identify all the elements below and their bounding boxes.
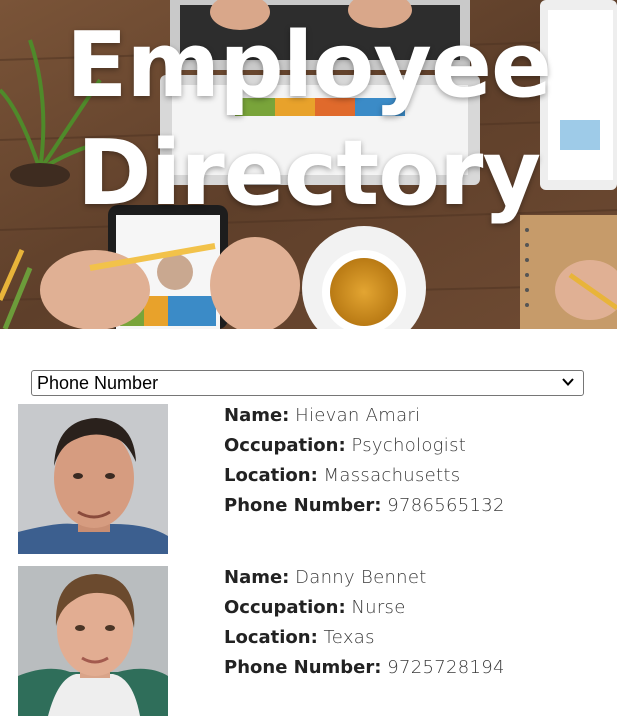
employee-phone-row: Phone Number: 9725728194 [224, 653, 505, 683]
employee-card: Name: Danny Bennet Occupation: Nurse Loc… [18, 566, 598, 716]
header-banner: Employee Directory [0, 0, 617, 329]
employee-location: Texas [323, 627, 375, 648]
employee-occupation: Nurse [351, 597, 406, 618]
occupation-label: Occupation: [224, 435, 346, 456]
location-label: Location: [224, 465, 318, 486]
employee-card: Name: Hievan Amari Occupation: Psycholog… [18, 404, 598, 554]
page-title-line2: Directory [76, 121, 541, 226]
avatar [18, 566, 168, 716]
phone-label: Phone Number: [224, 657, 382, 678]
avatar [18, 404, 168, 554]
employee-info: Name: Danny Bennet Occupation: Nurse Loc… [224, 563, 505, 683]
employee-phone-row: Phone Number: 9786565132 [224, 491, 505, 521]
phone-label: Phone Number: [224, 495, 382, 516]
employee-phone: 9786565132 [387, 495, 505, 516]
occupation-label: Occupation: [224, 597, 346, 618]
employee-occupation-row: Occupation: Psychologist [224, 431, 505, 461]
employee-name-row: Name: Hievan Amari [224, 401, 505, 431]
name-label: Name: [224, 567, 290, 588]
employee-location-row: Location: Massachusetts [224, 461, 505, 491]
page-title-line1: Employee [65, 13, 552, 118]
employee-name: Hievan Amari [295, 405, 421, 426]
employee-occupation-row: Occupation: Nurse [224, 593, 505, 623]
sort-select-wrapper: Phone Number [31, 370, 584, 396]
chevron-down-icon [562, 378, 574, 386]
employee-photo [18, 404, 168, 554]
sort-selected-value: Phone Number [37, 373, 159, 393]
employee-location: Massachusetts [323, 465, 461, 486]
employee-info: Name: Hievan Amari Occupation: Psycholog… [224, 401, 505, 521]
employee-occupation: Psychologist [351, 435, 467, 456]
location-label: Location: [224, 627, 318, 648]
employee-photo [18, 566, 168, 716]
sort-by-select[interactable]: Phone Number [31, 370, 584, 396]
page-title: Employee Directory [0, 0, 617, 228]
employee-phone: 9725728194 [387, 657, 505, 678]
employee-location-row: Location: Texas [224, 623, 505, 653]
name-label: Name: [224, 405, 290, 426]
employee-name-row: Name: Danny Bennet [224, 563, 505, 593]
employee-name: Danny Bennet [295, 567, 427, 588]
